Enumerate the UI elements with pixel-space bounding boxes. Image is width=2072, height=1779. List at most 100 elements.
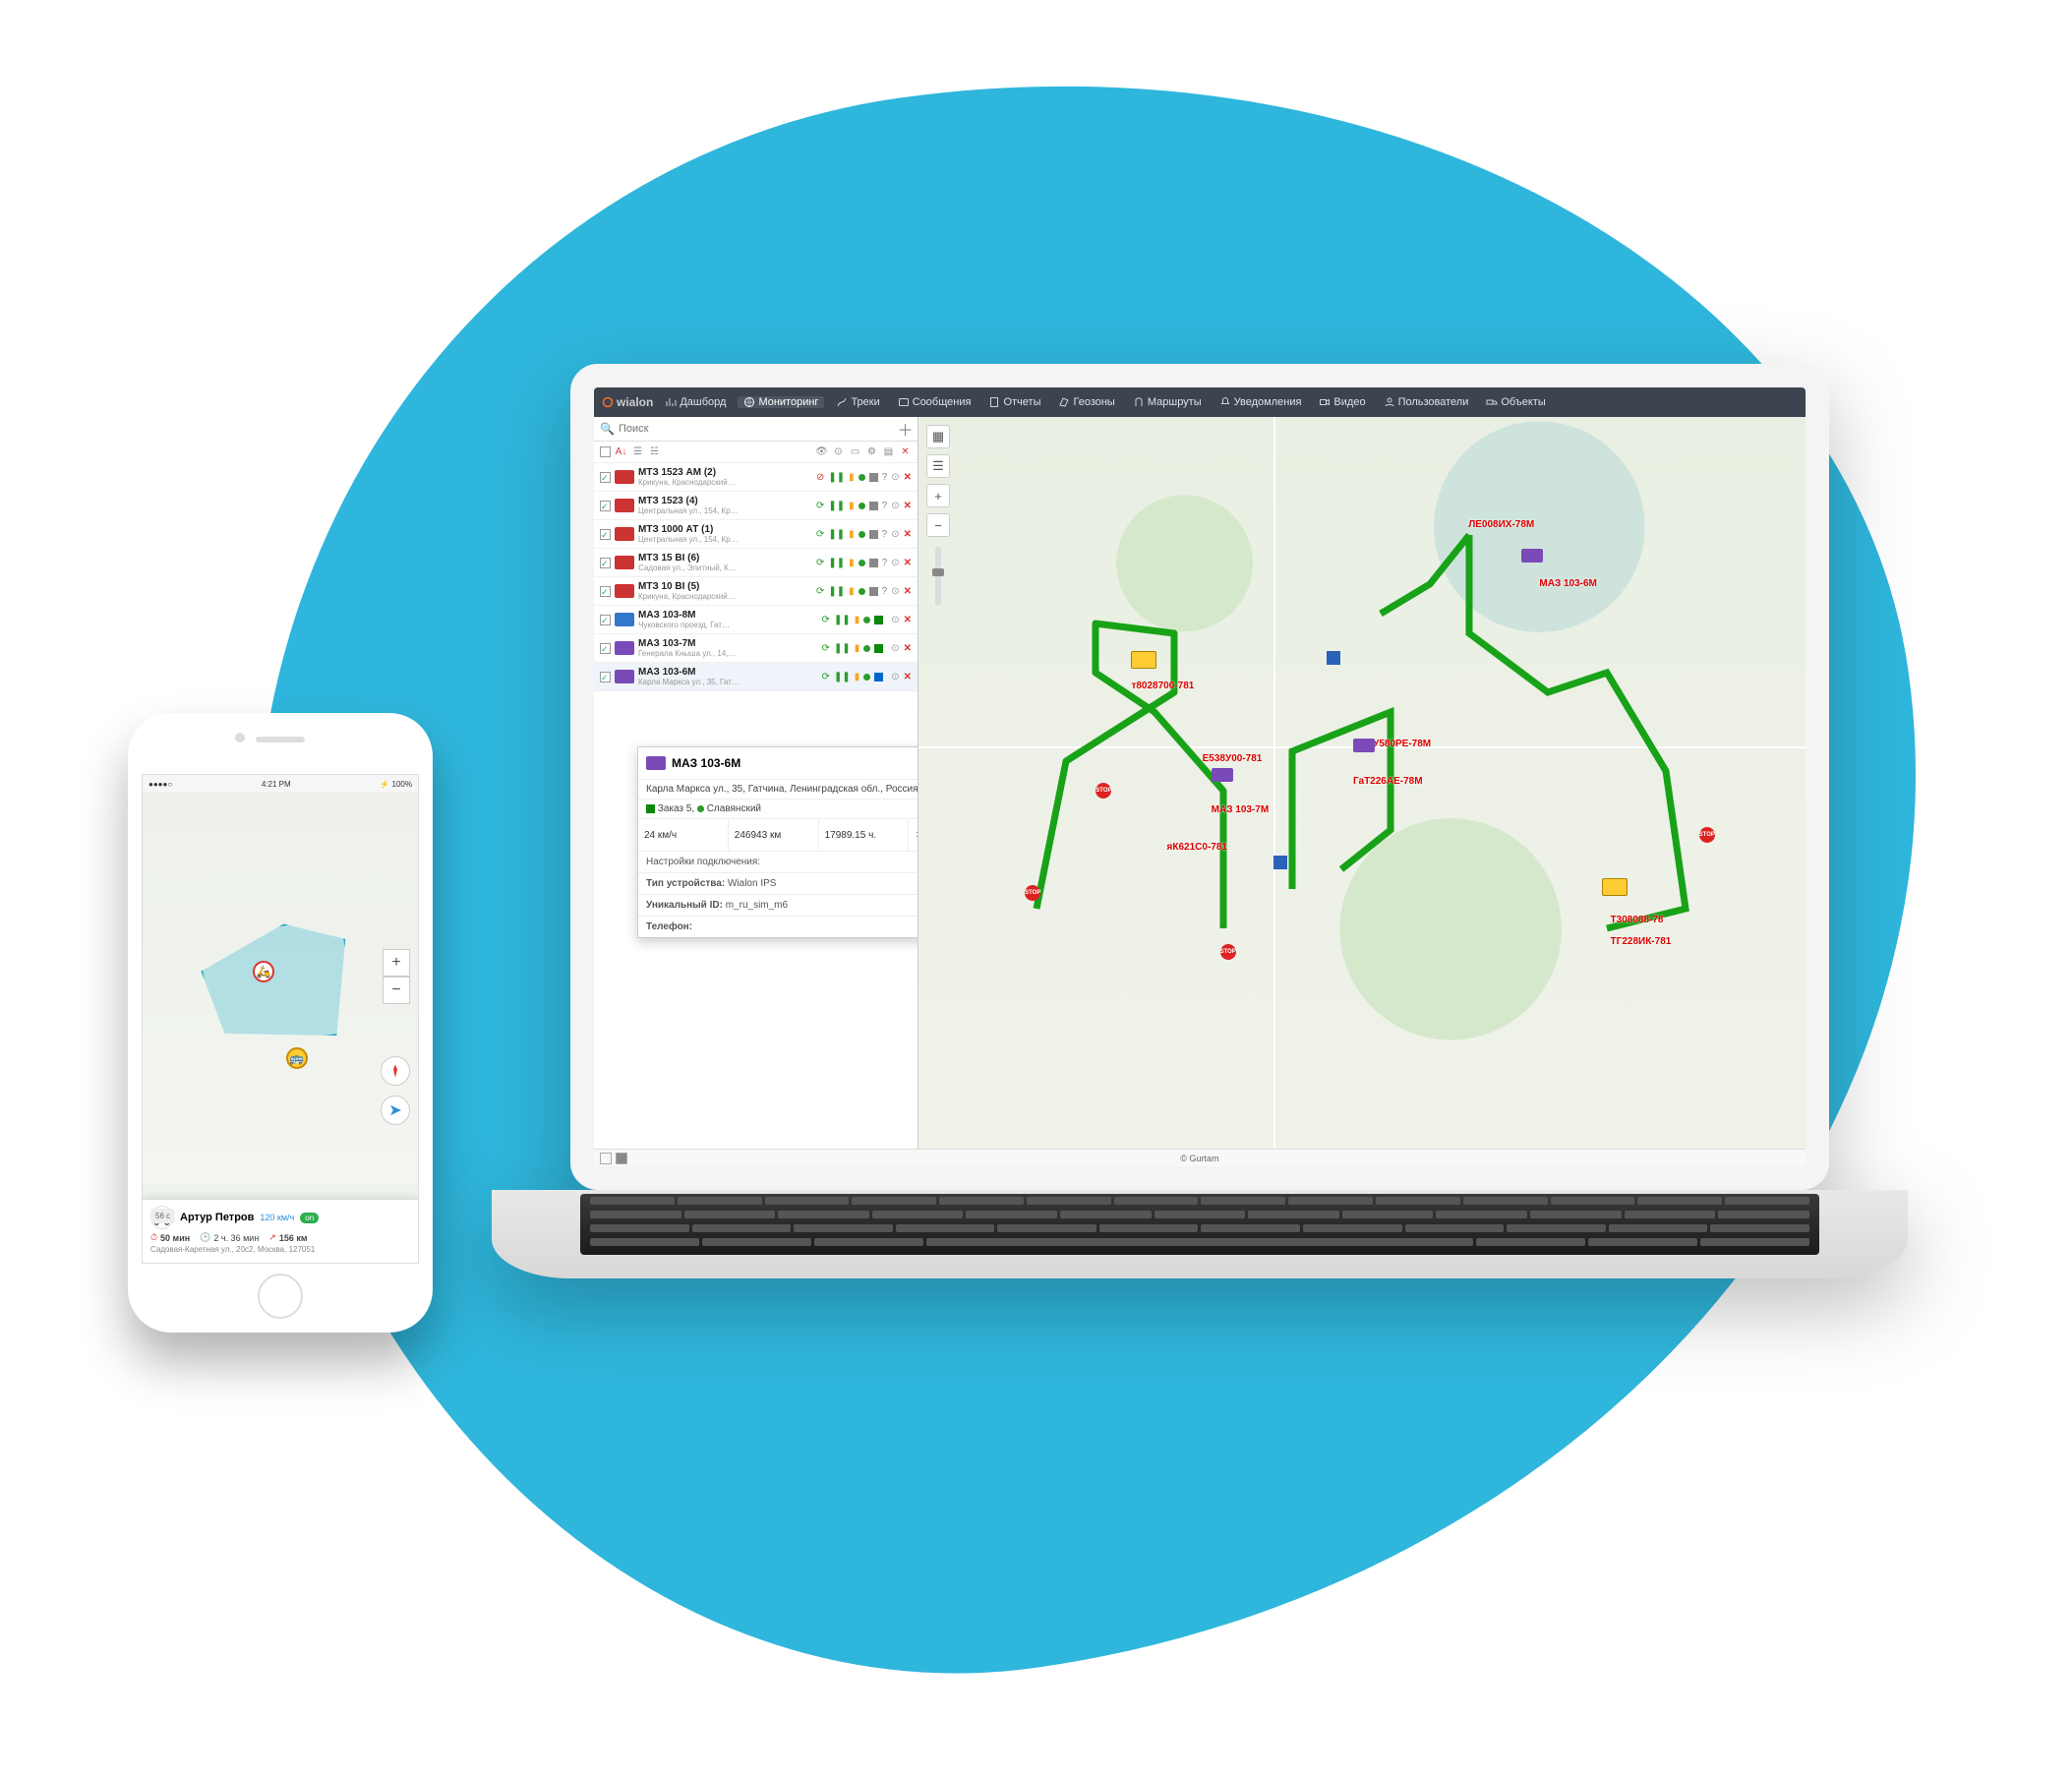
remove-icon[interactable]: ✕	[904, 472, 912, 483]
pin-icon[interactable]: ⊙	[891, 501, 899, 511]
pin-icon[interactable]: ⊙	[891, 615, 899, 625]
unit-row[interactable]: МТЗ 1523 АМ (2) Крикуна, Краснодарский… …	[594, 463, 918, 492]
locate-button[interactable]: ➤	[381, 1096, 410, 1125]
home-button[interactable]	[258, 1274, 303, 1319]
pin-icon[interactable]: ⊙	[891, 558, 899, 568]
sort-az-icon[interactable]: A↓	[615, 445, 627, 458]
remove-icon[interactable]: ✕	[904, 586, 912, 597]
nav-objects[interactable]: Объекты	[1480, 396, 1551, 408]
layers-button[interactable]: ▦	[926, 425, 950, 448]
remove-icon[interactable]: ✕	[904, 615, 912, 625]
unit-checkbox[interactable]	[600, 586, 611, 597]
list-icon[interactable]: ▤	[882, 445, 895, 458]
map-vehicle-label[interactable]: МАЗ 103-7М	[1212, 804, 1270, 815]
unit-checkbox[interactable]	[600, 472, 611, 483]
filter-icon[interactable]: ☵	[648, 445, 661, 458]
compass-icon	[387, 1063, 403, 1079]
online-dot	[863, 645, 870, 652]
color-square	[869, 502, 878, 510]
pin-icon[interactable]: ⊙	[891, 586, 899, 597]
pin-icon[interactable]: ⊙	[891, 529, 899, 540]
bus-marker[interactable]	[1131, 651, 1156, 669]
nav-geozones[interactable]: Геозоны	[1052, 396, 1120, 408]
vehicle-marker[interactable]	[1212, 768, 1233, 782]
scooter-marker[interactable]: 🛵	[253, 961, 274, 982]
unit-row[interactable]: МТЗ 10 BI (5) Крикуна, Краснодарский… ⟳ …	[594, 577, 918, 606]
vehicle-marker[interactable]	[1521, 549, 1543, 563]
vehicle-marker[interactable]	[1353, 739, 1375, 752]
unit-row[interactable]: МАЗ 103-8М Чуковского проезд, Гат… ⟳ ❚❚ …	[594, 606, 918, 634]
nav-routes[interactable]: Маршруты	[1127, 396, 1208, 408]
layout-1-icon[interactable]	[600, 1153, 612, 1164]
unit-row[interactable]: МАЗ 103-7М Генерала Кныша ул., 14,… ⟳ ❚❚…	[594, 634, 918, 663]
zoom-slider[interactable]	[935, 547, 941, 606]
map-vehicle-label[interactable]: ТГ228ИК-781	[1611, 936, 1672, 947]
driver-card[interactable]: 56 с 🛵 Артур Петров 120 км/ч on ⏱50 мин …	[143, 1199, 418, 1263]
path-icon	[836, 396, 848, 408]
phone-map[interactable]: 🛵 🚌 + − ➤	[143, 793, 418, 1184]
stop-marker: STOP	[1220, 944, 1236, 960]
unit-row[interactable]: МАЗ 103-6М Карла Маркса ул., 35, Гат… ⟳ …	[594, 663, 918, 691]
nav-users[interactable]: Пользователи	[1378, 396, 1475, 408]
geozone-icon	[1058, 396, 1070, 408]
unit-row[interactable]: МТЗ 1000 АТ (1) Центральная ул., 154, Кр…	[594, 520, 918, 549]
ruler-button[interactable]: ☰	[926, 454, 950, 478]
video-icon	[1319, 396, 1331, 408]
pin-icon[interactable]: ⊙	[891, 643, 899, 654]
remove-icon[interactable]: ✕	[904, 643, 912, 654]
unit-name: МАЗ 103-7М	[638, 638, 818, 649]
nav-reports[interactable]: Отчеты	[982, 396, 1046, 408]
status-badge: on	[300, 1213, 319, 1223]
map-vehicle-label[interactable]: т8028700-781	[1131, 681, 1194, 691]
map[interactable]: STOP STOP STOP STOP ЛЕ008ИХ-78ММАЗ 103-6…	[918, 417, 1806, 1149]
nav-messages[interactable]: Сообщения	[892, 396, 977, 408]
unit-row[interactable]: МТЗ 1523 (4) Центральная ул., 154, Кр… ⟳…	[594, 492, 918, 520]
remove-icon[interactable]: ✕	[904, 558, 912, 568]
map-vehicle-label[interactable]: Е538У00-781	[1203, 753, 1263, 764]
unit-row[interactable]: МТЗ 15 ВI (6) Садовая ул., Элитный, К… ⟳…	[594, 549, 918, 577]
map-vehicle-label[interactable]: Т308088-78	[1611, 915, 1664, 925]
nav-monitoring[interactable]: Мониторинг	[738, 396, 824, 408]
nav-tracks[interactable]: Треки	[830, 396, 885, 408]
unit-checkbox[interactable]	[600, 558, 611, 568]
remove-all-icon[interactable]: ✕	[899, 445, 912, 458]
compass-button[interactable]	[381, 1056, 410, 1086]
settings-icon[interactable]: ⚙	[865, 445, 878, 458]
layout-2-icon[interactable]	[616, 1153, 627, 1164]
add-icon[interactable]: ＋	[899, 423, 912, 436]
bus-marker[interactable]: 🚌	[286, 1047, 308, 1069]
map-vehicle-label[interactable]: ЛЕ008ИХ-78М	[1468, 519, 1534, 530]
unit-checkbox[interactable]	[600, 501, 611, 511]
search-input[interactable]	[615, 421, 899, 437]
unit-icon	[615, 470, 634, 484]
q-mark: ?	[882, 586, 888, 597]
online-dot	[858, 531, 865, 538]
remove-icon[interactable]: ✕	[904, 672, 912, 682]
remove-icon[interactable]: ✕	[904, 501, 912, 511]
nav-notifications[interactable]: Уведомления	[1214, 396, 1308, 408]
columns-icon[interactable]: ☰	[631, 445, 644, 458]
nav-dashboard[interactable]: Дашборд	[659, 396, 732, 408]
unit-icon	[615, 499, 634, 512]
screen-icon[interactable]: ▭	[849, 445, 861, 458]
map-vehicle-label[interactable]: яК621С0-781	[1167, 842, 1227, 853]
unit-checkbox[interactable]	[600, 615, 611, 625]
unit-checkbox[interactable]	[600, 529, 611, 540]
zoom-out-button[interactable]: −	[926, 513, 950, 537]
pin-icon[interactable]: ⊙	[891, 672, 899, 682]
map-vehicle-label[interactable]: ГаТ226АЕ-78М	[1353, 776, 1423, 787]
unit-checkbox[interactable]	[600, 672, 611, 682]
phone-zoom-in[interactable]: +	[383, 949, 410, 977]
follow-icon[interactable]: ⊙	[832, 445, 845, 458]
tooltip-order: Заказ 5, Славянский	[638, 799, 918, 818]
map-vehicle-label[interactable]: МАЗ 103-6М	[1539, 578, 1597, 589]
select-all-checkbox[interactable]	[600, 446, 611, 457]
eye-icon[interactable]: 👁	[815, 445, 828, 458]
pin-icon[interactable]: ⊙	[891, 472, 899, 483]
phone-zoom-out[interactable]: −	[383, 977, 410, 1004]
unit-checkbox[interactable]	[600, 643, 611, 654]
remove-icon[interactable]: ✕	[904, 529, 912, 540]
zoom-in-button[interactable]: +	[926, 484, 950, 507]
nav-video[interactable]: Видео	[1313, 396, 1371, 408]
bus-marker[interactable]	[1602, 878, 1628, 896]
